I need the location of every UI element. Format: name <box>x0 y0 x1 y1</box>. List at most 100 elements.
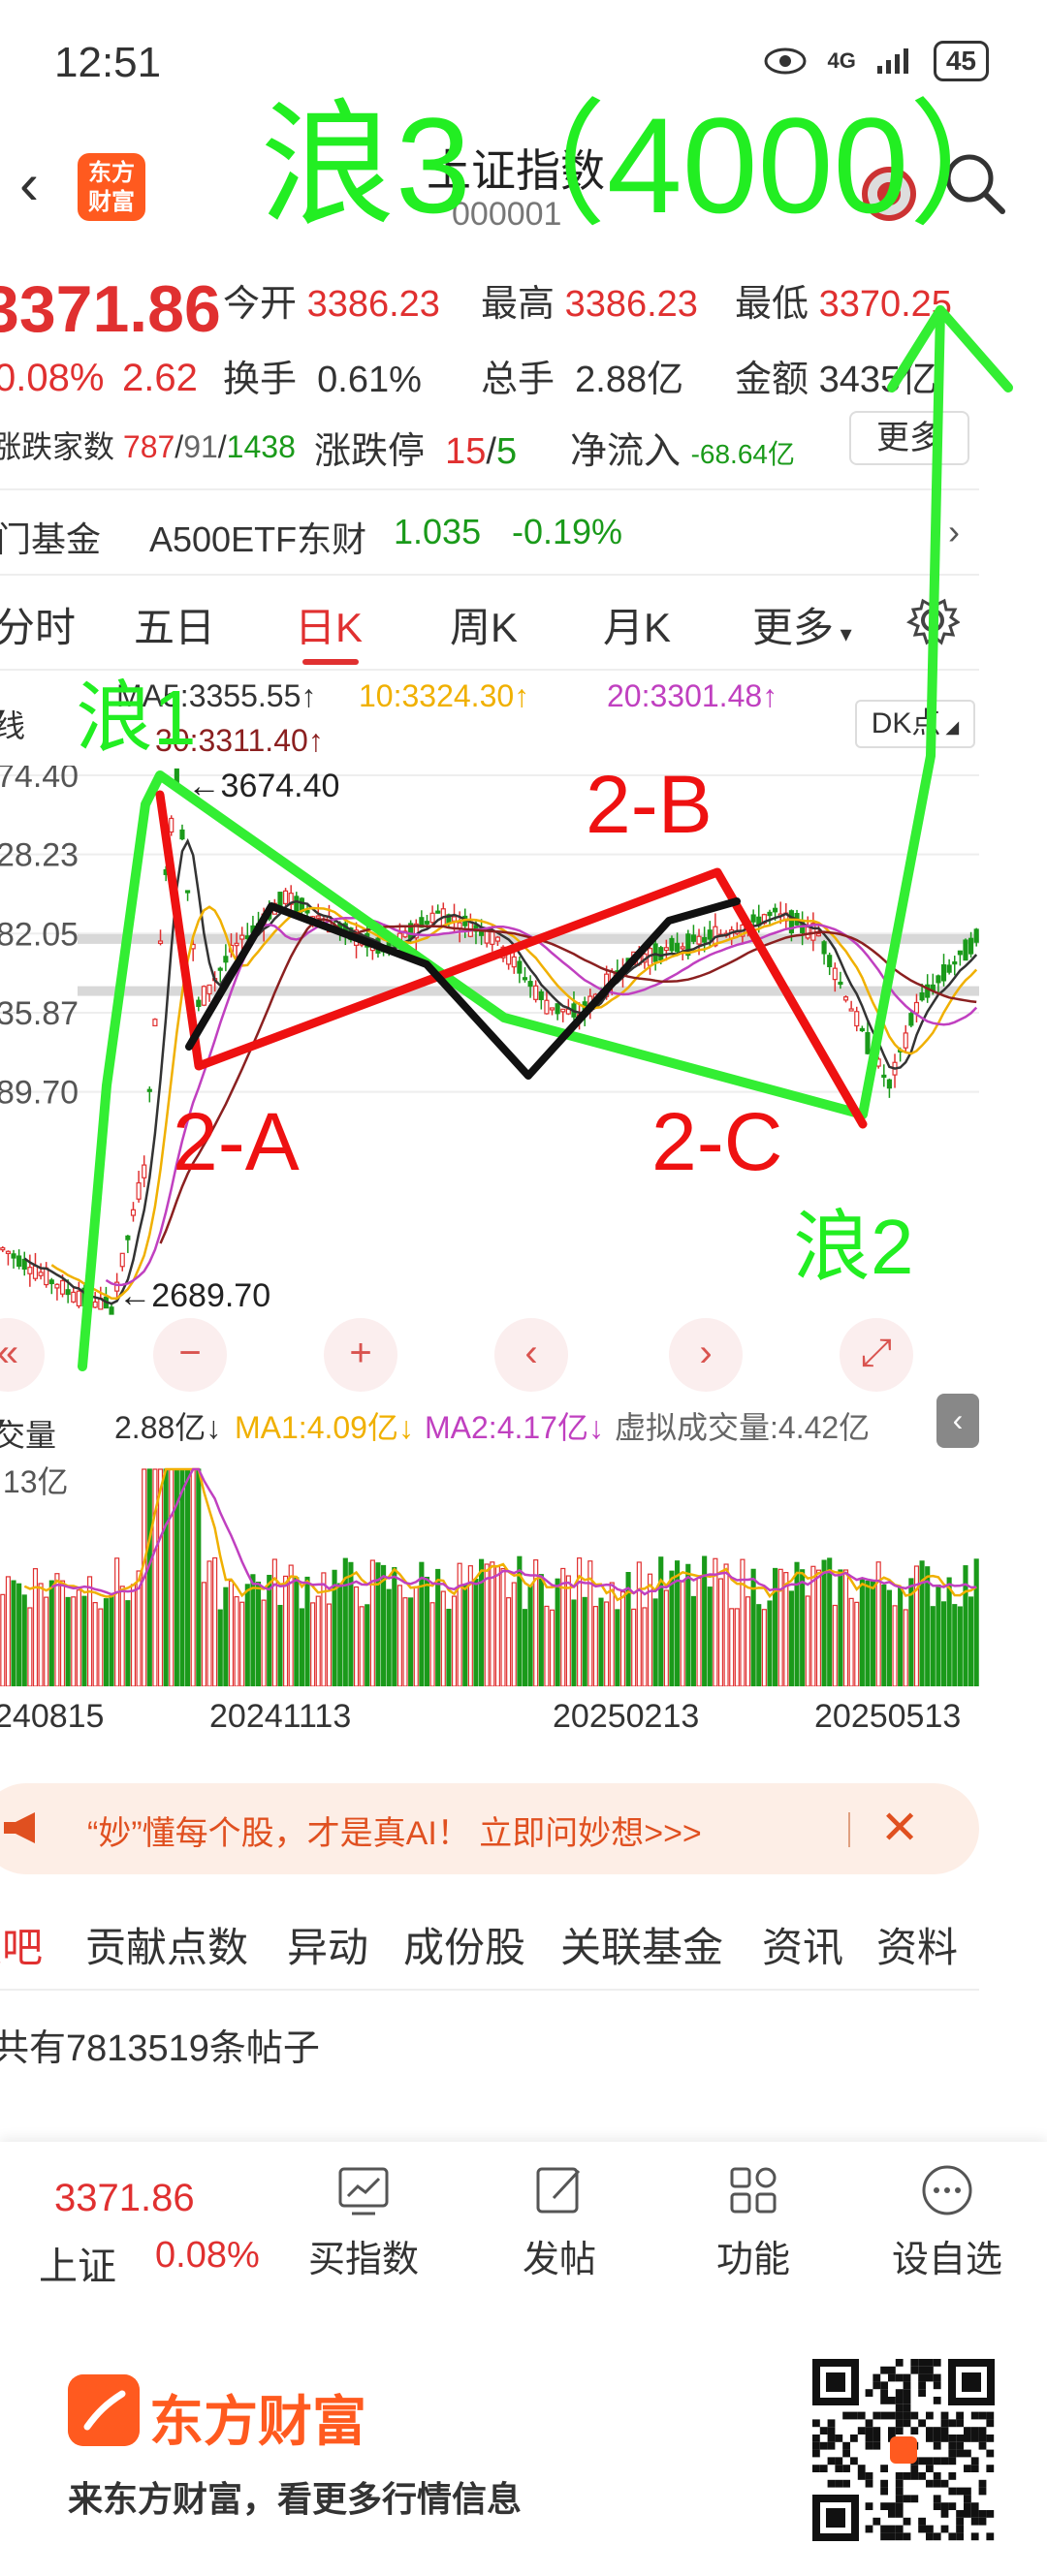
candle <box>59 1279 66 1295</box>
date-axis: 240815 20241113 20250213 20250513 <box>0 1698 979 1746</box>
candle <box>310 916 316 920</box>
volume-bar <box>538 1574 544 1687</box>
volume-bar <box>854 1601 860 1687</box>
candle <box>832 967 838 981</box>
fullscreen-button[interactable]: ⤢ <box>840 1318 913 1392</box>
qr-module <box>880 2502 888 2510</box>
tab-intraday[interactable]: 分时 <box>0 595 76 654</box>
add-watchlist-button[interactable]: 设自选 <box>874 2161 1020 2282</box>
volume-bar <box>881 1584 887 1687</box>
tab-profile[interactable]: 资料 <box>876 1915 958 1974</box>
volume-bar <box>946 1577 952 1687</box>
candle <box>908 1013 914 1026</box>
volume-bar <box>957 1606 963 1687</box>
candle <box>696 935 702 945</box>
qr-module <box>948 2502 957 2510</box>
tab-more[interactable]: 更多 ▾ <box>752 595 852 654</box>
function-button[interactable]: 功能 <box>681 2161 826 2282</box>
tab-components[interactable]: 成份股 <box>403 1915 525 1974</box>
tab-weekly-k[interactable]: 周K <box>450 595 518 654</box>
candle <box>522 977 528 981</box>
candle <box>0 1246 6 1251</box>
qr-module <box>895 2532 904 2541</box>
volume-bar <box>685 1563 691 1687</box>
tab-five-day[interactable]: 五日 <box>134 595 215 654</box>
qr-module <box>986 2435 995 2442</box>
qr-module <box>933 2532 941 2541</box>
qr-module <box>903 2495 911 2503</box>
qr-module <box>910 2495 919 2503</box>
qr-module <box>880 2381 888 2390</box>
zoom-in-button[interactable]: + <box>324 1318 397 1392</box>
volume-bar <box>865 1580 871 1687</box>
qr-module <box>903 2419 911 2428</box>
current-price: 3371.86 <box>0 272 221 346</box>
qr-module <box>956 2487 964 2496</box>
volume-bar <box>925 1566 931 1687</box>
signal-icon <box>876 48 908 74</box>
open-stat: 今开 3386.23 <box>223 284 440 325</box>
qr-module <box>986 2449 995 2458</box>
volume-bar <box>315 1595 321 1687</box>
volume-bar <box>598 1597 604 1687</box>
tab-monthly-k[interactable]: 月K <box>603 595 671 654</box>
candle <box>913 1001 920 1014</box>
qr-module <box>986 2510 995 2518</box>
volume-bar <box>125 1600 131 1687</box>
related-fund-row[interactable]: 门基金 A500ETF东财 1.035 -0.19% › <box>0 490 999 574</box>
candle <box>881 1074 887 1079</box>
dk-point-button[interactable]: DK点 ◢ <box>855 700 975 748</box>
candle <box>598 993 604 997</box>
volume-bar <box>713 1557 718 1687</box>
tab-related-funds[interactable]: 关联基金 <box>560 1915 723 1974</box>
qr-module <box>895 2510 904 2518</box>
date-tick: 20241113 <box>209 1698 352 1735</box>
qr-module <box>918 2366 926 2374</box>
candle <box>773 907 778 913</box>
scroll-right-button[interactable]: › <box>669 1318 743 1392</box>
qr-module <box>926 2532 934 2541</box>
y-tick-label: 74.40 <box>0 766 79 795</box>
scroll-left-button[interactable]: ‹ <box>494 1318 568 1392</box>
candle <box>500 946 506 958</box>
qr-module <box>964 2435 971 2442</box>
qr-module <box>903 2472 911 2480</box>
volume-bar <box>756 1604 762 1687</box>
candle <box>690 934 696 942</box>
qr-module <box>880 2532 888 2541</box>
collapse-panel-button[interactable]: ‹ <box>936 1394 979 1448</box>
qr-module <box>865 2525 873 2533</box>
volume-bar <box>65 1596 71 1687</box>
volume-bar <box>479 1558 485 1687</box>
qr-module <box>948 2487 957 2496</box>
tab-daily-k[interactable]: 日K <box>295 595 363 654</box>
more-stats-button[interactable]: 更多 <box>849 411 969 465</box>
qr-module <box>933 2441 941 2450</box>
qr-module <box>888 2411 896 2420</box>
buy-index-button[interactable]: 买指数 <box>291 2161 436 2282</box>
tab-news[interactable]: 资讯 <box>762 1915 843 1974</box>
tab-anomaly[interactable]: 异动 <box>287 1915 368 1974</box>
close-icon[interactable]: ✕ <box>880 1801 919 1855</box>
qr-module <box>926 2435 934 2442</box>
candle <box>239 934 245 940</box>
candle <box>957 950 963 956</box>
candle <box>494 936 500 942</box>
promo-banner[interactable]: “妙”懂每个股，才是真AI！ 立即问妙想>>> ✕ <box>0 1783 979 1874</box>
volume-bar <box>283 1575 289 1687</box>
zoom-out-button[interactable]: − <box>153 1318 227 1392</box>
volume-legend: 交量 ▾ 2.88亿↓ MA1:4.09亿↓ MA2:4.17亿↓ 虚拟成交量:… <box>0 1396 979 1454</box>
tab-contribution[interactable]: 贡献点数 <box>85 1915 248 1974</box>
back-button[interactable]: ‹ <box>19 145 78 223</box>
tab-guba[interactable]: 股吧 <box>0 1915 43 1974</box>
volume-bar <box>413 1586 419 1687</box>
volume-bar <box>936 1584 941 1687</box>
candle <box>555 1003 560 1015</box>
gear-icon[interactable] <box>905 593 960 647</box>
qr-module <box>888 2510 896 2518</box>
volume-stat: 总手 2.88亿 <box>481 360 684 400</box>
kline-chart[interactable]: 74.40 28.23 82.05 35.87 89.70 ←3674.40 ←2689.7… <box>0 758 979 1396</box>
qr-module <box>903 2403 911 2412</box>
bottom-action-bar: 3371.86 上证 0.08% 买指数 发帖 功能 设自选 <box>0 2142 1047 2316</box>
post-button[interactable]: 发帖 <box>487 2161 632 2282</box>
